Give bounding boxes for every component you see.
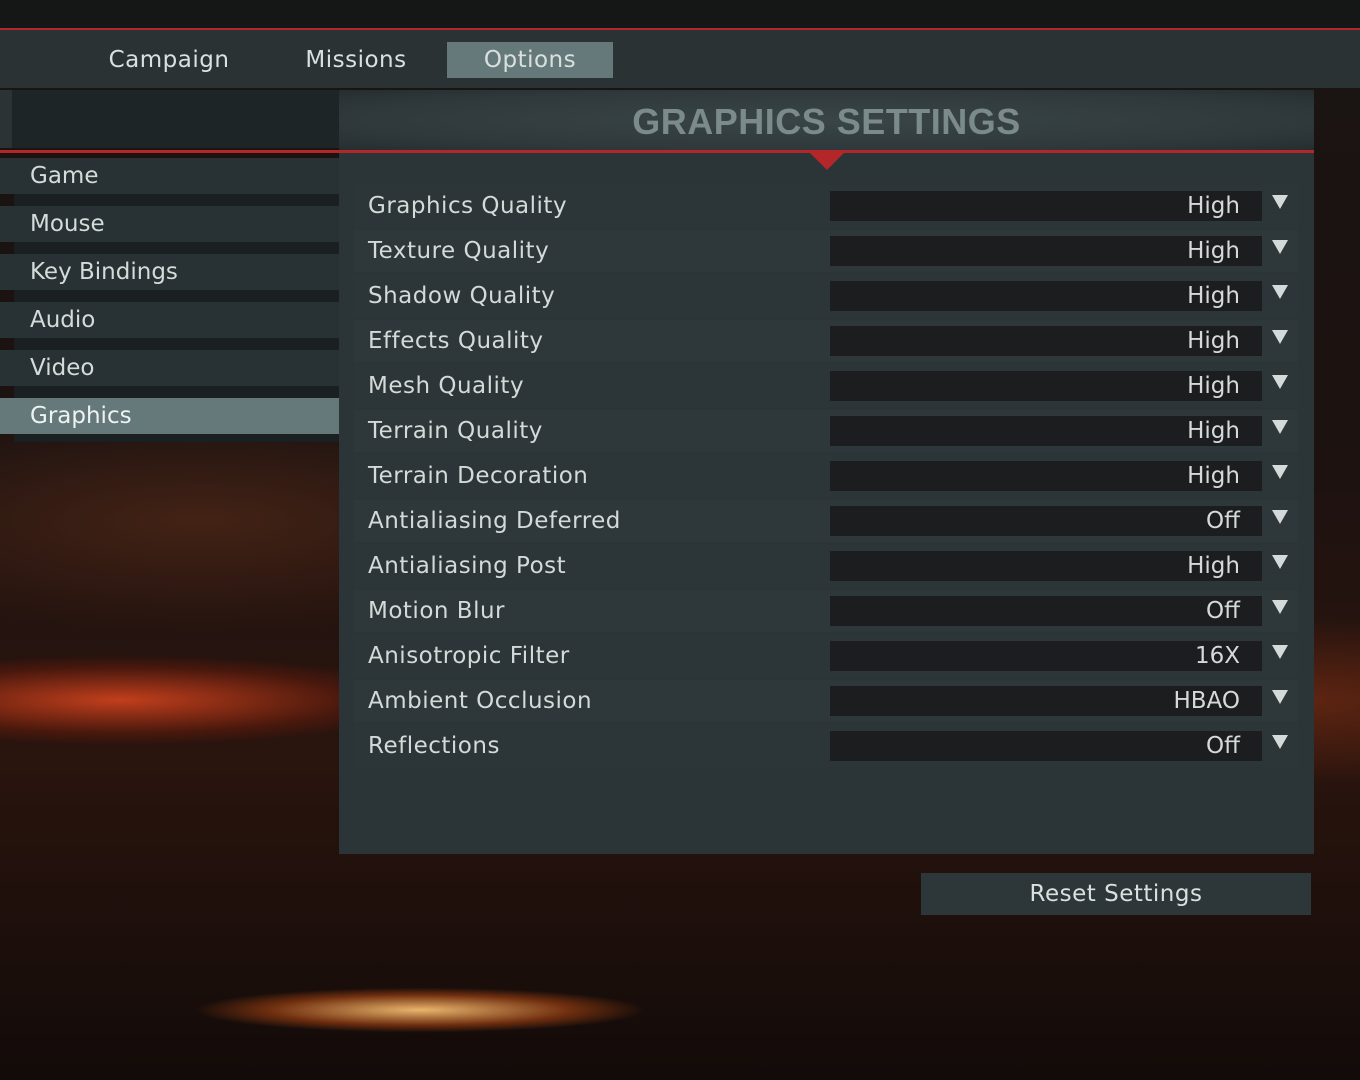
setting-label: Shadow Quality	[368, 283, 556, 309]
setting-row: Mesh Quality High	[354, 365, 1298, 407]
main-tab-bar: Campaign Missions Options	[0, 30, 1360, 88]
setting-label: Mesh Quality	[368, 373, 525, 399]
chevron-down-icon[interactable]	[1272, 240, 1288, 254]
setting-dropdown[interactable]: 16X	[830, 641, 1262, 671]
sidebar-item-audio[interactable]: Audio	[0, 302, 339, 338]
sidebar-header	[0, 90, 339, 148]
chevron-down-icon[interactable]	[1272, 510, 1288, 524]
chevron-down-icon[interactable]	[1272, 600, 1288, 614]
sidebar-item-mouse[interactable]: Mouse	[0, 206, 339, 242]
sidebar-item-key-bindings[interactable]: Key Bindings	[0, 254, 339, 290]
chevron-down-icon[interactable]	[1272, 690, 1288, 704]
sidebar-separator	[14, 386, 339, 398]
setting-label: Reflections	[368, 733, 500, 759]
chevron-down-icon[interactable]	[1272, 735, 1288, 749]
chevron-down-icon[interactable]	[1272, 195, 1288, 209]
setting-label: Ambient Occlusion	[368, 688, 593, 714]
setting-dropdown[interactable]: Off	[830, 596, 1262, 626]
setting-label: Graphics Quality	[368, 193, 568, 219]
setting-label: Antialiasing Post	[368, 553, 567, 579]
setting-row: Anisotropic Filter 16X	[354, 635, 1298, 677]
settings-list: Graphics Quality High Texture Quality High S…	[354, 185, 1298, 770]
sidebar-divider	[0, 150, 339, 153]
setting-row: Shadow Quality High	[354, 275, 1298, 317]
setting-dropdown[interactable]: High	[830, 191, 1262, 221]
top-bar	[0, 0, 1360, 30]
setting-dropdown[interactable]: High	[830, 281, 1262, 311]
chevron-down-icon[interactable]	[1272, 420, 1288, 434]
chevron-down-icon[interactable]	[1272, 645, 1288, 659]
graphics-settings-panel: GRAPHICS SETTINGS Graphics Quality High Te…	[339, 90, 1314, 854]
panel-caret-icon	[809, 152, 845, 170]
setting-dropdown[interactable]: High	[830, 326, 1262, 356]
sidebar-separator	[14, 338, 339, 350]
sidebar-separator	[14, 194, 339, 206]
chevron-down-icon[interactable]	[1272, 465, 1288, 479]
chevron-down-icon[interactable]	[1272, 330, 1288, 344]
setting-row: Antialiasing Deferred Off	[354, 500, 1298, 542]
setting-row: Texture Quality High	[354, 230, 1298, 272]
tab-campaign[interactable]: Campaign	[76, 42, 262, 78]
sidebar-item-game[interactable]: Game	[0, 158, 339, 194]
setting-dropdown[interactable]: High	[830, 236, 1262, 266]
setting-dropdown[interactable]: High	[830, 461, 1262, 491]
reset-settings-button[interactable]: Reset Settings	[921, 873, 1311, 915]
sidebar-item-graphics[interactable]: Graphics	[0, 398, 339, 434]
setting-label: Texture Quality	[368, 238, 550, 264]
setting-row: Antialiasing Post High	[354, 545, 1298, 587]
setting-row: Motion Blur Off	[354, 590, 1298, 632]
chevron-down-icon[interactable]	[1272, 555, 1288, 569]
sidebar-item-video[interactable]: Video	[0, 350, 339, 386]
setting-dropdown[interactable]: High	[830, 551, 1262, 581]
sidebar-separator	[14, 290, 339, 302]
setting-dropdown[interactable]: Off	[830, 506, 1262, 536]
setting-dropdown[interactable]: Off	[830, 731, 1262, 761]
setting-row: Effects Quality High	[354, 320, 1298, 362]
sidebar-separator	[14, 242, 339, 254]
setting-row: Terrain Decoration High	[354, 455, 1298, 497]
sidebar-separator	[14, 434, 339, 442]
setting-dropdown[interactable]: High	[830, 371, 1262, 401]
setting-label: Effects Quality	[368, 328, 544, 354]
tab-options[interactable]: Options	[447, 42, 613, 78]
setting-row: Terrain Quality High	[354, 410, 1298, 452]
setting-row: Reflections Off	[354, 725, 1298, 767]
setting-label: Anisotropic Filter	[368, 643, 570, 669]
setting-label: Motion Blur	[368, 598, 505, 624]
setting-label: Terrain Quality	[368, 418, 543, 444]
setting-dropdown[interactable]: High	[830, 416, 1262, 446]
setting-dropdown[interactable]: HBAO	[830, 686, 1262, 716]
setting-label: Terrain Decoration	[368, 463, 589, 489]
setting-label: Antialiasing Deferred	[368, 508, 621, 534]
tab-missions[interactable]: Missions	[268, 42, 444, 78]
chevron-down-icon[interactable]	[1272, 375, 1288, 389]
chevron-down-icon[interactable]	[1272, 285, 1288, 299]
setting-row: Ambient Occlusion HBAO	[354, 680, 1298, 722]
panel-title: GRAPHICS SETTINGS	[632, 101, 1021, 142]
setting-row: Graphics Quality High	[354, 185, 1298, 227]
